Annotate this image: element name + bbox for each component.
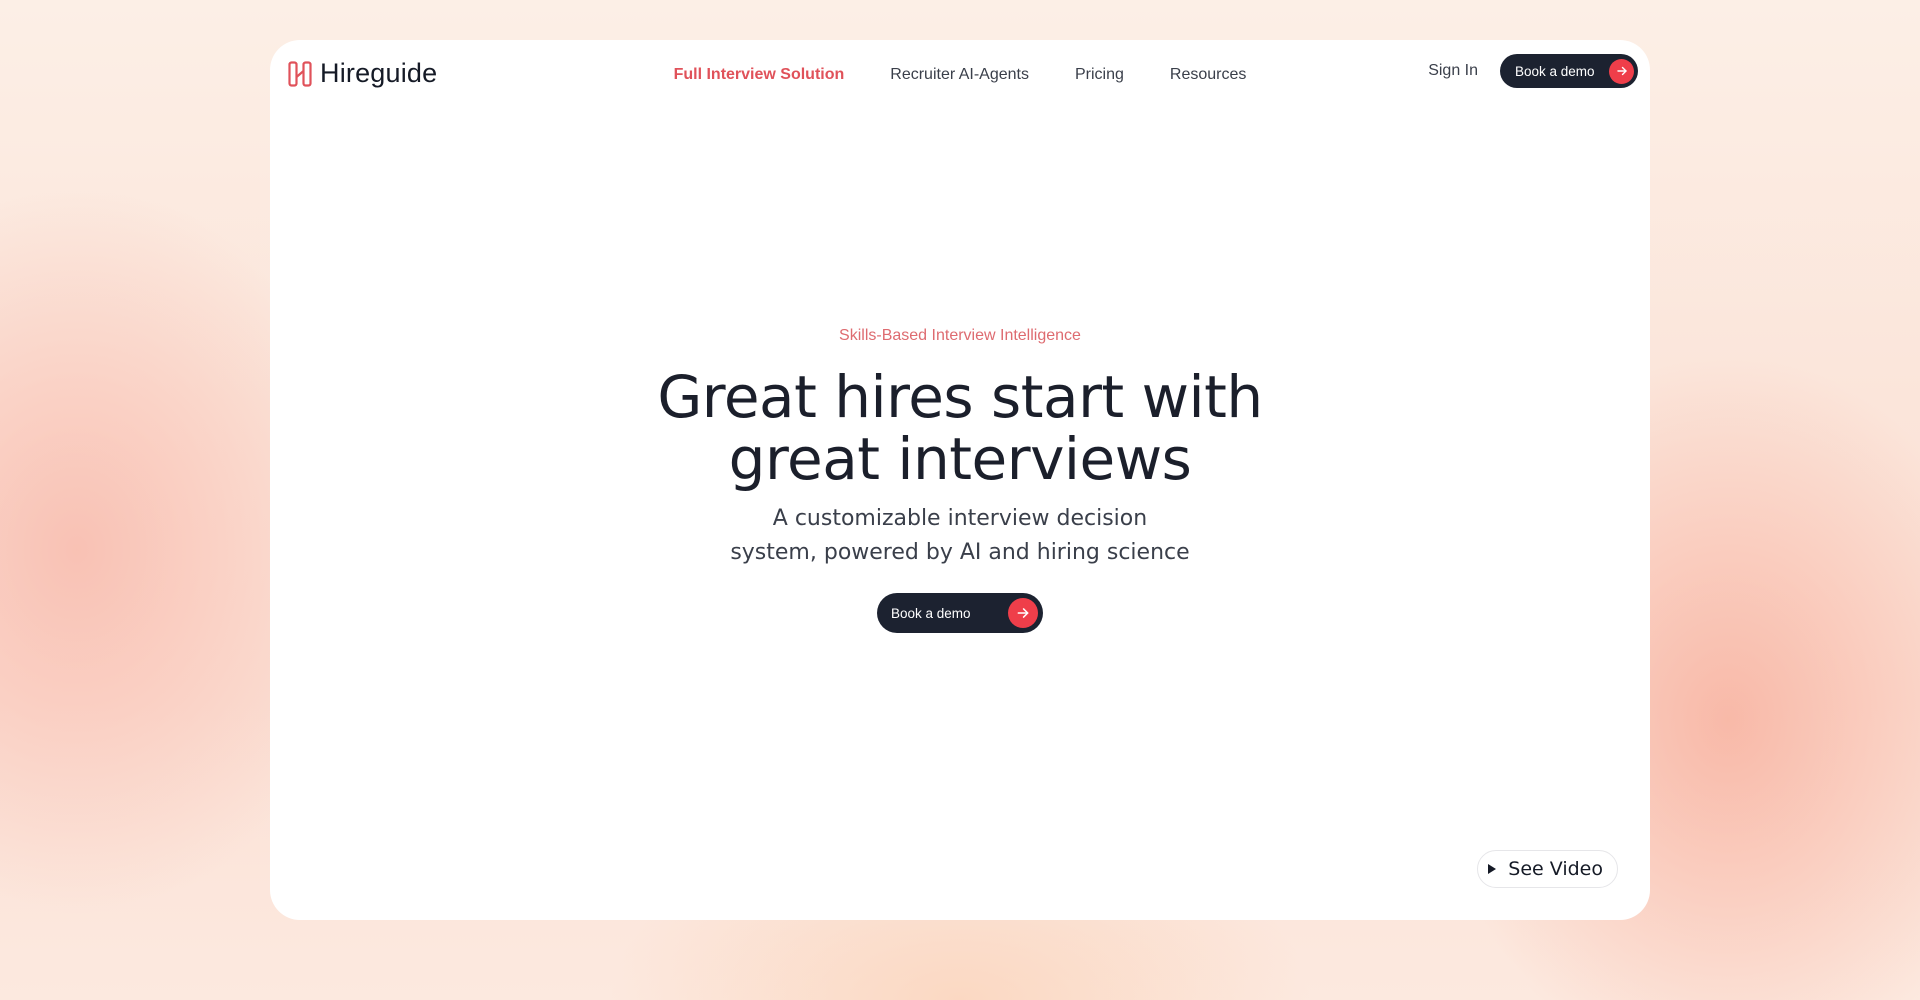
hero-book-demo-button[interactable]: Book a demo [877, 593, 1043, 633]
arrow-right-icon [1008, 598, 1038, 628]
main-card: Hireguide Full Interview Solution Recrui… [270, 40, 1650, 920]
nav-link-full-interview-solution[interactable]: Full Interview Solution [674, 59, 845, 91]
arrow-right-icon [1609, 58, 1634, 84]
hero-eyebrow: Skills-Based Interview Intelligence [839, 327, 1081, 344]
nav-book-demo-label: Book a demo [1515, 63, 1595, 79]
play-icon [1488, 864, 1497, 874]
nav-actions: Sign In Book a demo [1428, 54, 1638, 88]
see-video-button[interactable]: See Video [1477, 850, 1618, 888]
nav-link-pricing[interactable]: Pricing [1075, 59, 1124, 91]
hireguide-logo-icon [288, 60, 312, 87]
logo[interactable]: Hireguide [288, 58, 437, 89]
hero-headline-line-2: great interviews [728, 425, 1192, 493]
hero-headline: Great hires start with great interviews [270, 366, 1650, 490]
sign-in-link[interactable]: Sign In [1428, 62, 1478, 80]
see-video-label: See Video [1508, 858, 1603, 880]
hero-cta-wrap: Book a demo [270, 593, 1650, 633]
nav-link-recruiter-ai-agents[interactable]: Recruiter AI-Agents [890, 59, 1029, 91]
hero-headline-line-1: Great hires start with [657, 363, 1263, 431]
hero-book-demo-label: Book a demo [891, 605, 971, 621]
logo-text: Hireguide [320, 58, 438, 88]
hero-subheading-line-1: A customizable interview decision [772, 506, 1148, 531]
hero-subheading-line-2: system, powered by AI and hiring science [730, 540, 1190, 565]
hero-subheading: A customizable interview decision system… [270, 502, 1650, 570]
nav-book-demo-button[interactable]: Book a demo [1500, 54, 1638, 88]
nav-link-resources[interactable]: Resources [1170, 59, 1246, 91]
